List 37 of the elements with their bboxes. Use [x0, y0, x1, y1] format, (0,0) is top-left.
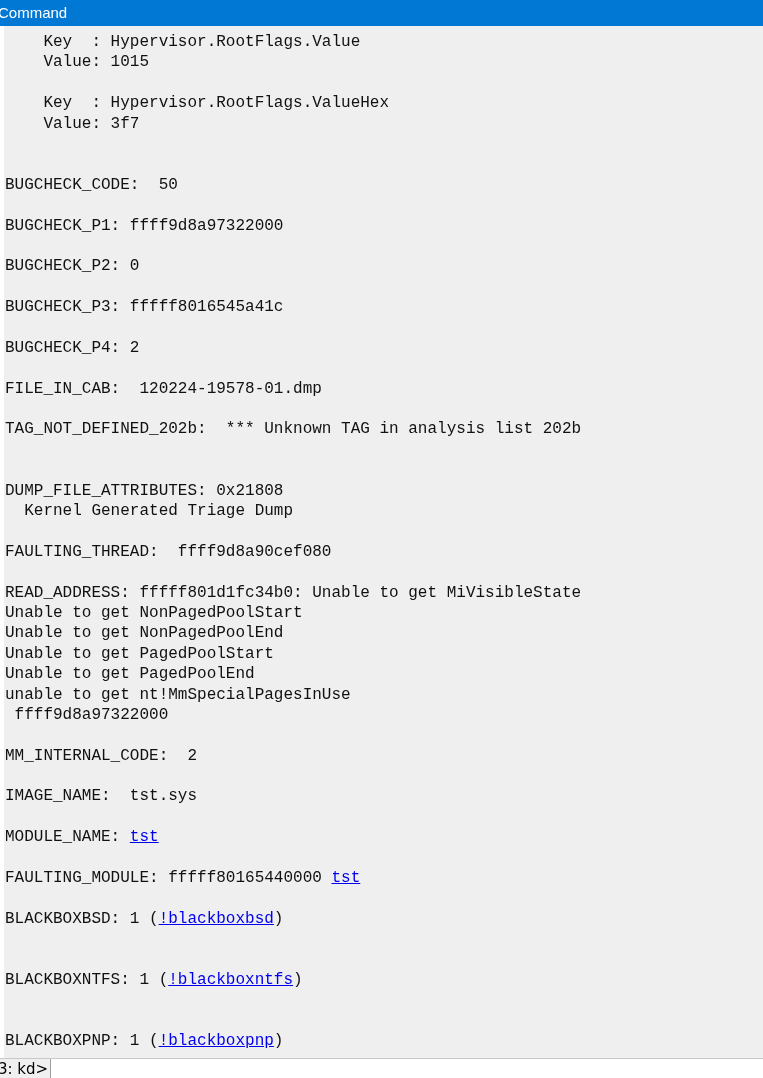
output-text: ): [293, 969, 303, 991]
output-text: FAULTING_MODULE: fffff80165440000: [5, 868, 323, 889]
output-text: ): [273, 908, 284, 930]
output-line: Key : Hypervisor.RootFlags.Value: [42, 32, 361, 53]
output-line: Value: 1015: [42, 52, 150, 73]
output-line: BUGCHECK_CODE: 50: [5, 174, 178, 196]
output-text: ): [273, 1031, 284, 1052]
output-line: IMAGE_NAME: tst.sys: [5, 786, 198, 807]
output-line: Value: 3f7: [42, 113, 140, 134]
output-line: Kernel Generated Triage Dump: [23, 501, 294, 522]
output-line: Unable to get PagedPoolStart: [5, 643, 274, 665]
output-line: Unable to get PagedPoolEnd: [5, 664, 255, 685]
output-line: DUMP_FILE_ATTRIBUTES: 0x21808: [5, 480, 284, 501]
command-link[interactable]: tst: [331, 868, 361, 889]
output-line: BUGCHECK_P2: 0: [5, 256, 140, 277]
output-text: MODULE_NAME:: [5, 827, 122, 848]
output-line: BUGCHECK_P1: ffff9d8a97322000: [5, 215, 284, 236]
output-line: READ_ADDRESS: fffff801d1fc34b0: Unable to get MiVisibleState: [5, 582, 582, 603]
output-line: BUGCHECK_P3: fffff8016545a41c: [5, 297, 284, 318]
output-line: MM_INTERNAL_CODE: 2: [5, 745, 198, 767]
output-line: Unable to get NonPagedPoolEnd: [5, 623, 284, 644]
output-text: BLACKBOXBSD: 1 (: [5, 908, 159, 930]
command-link[interactable]: !blackboxbsd: [158, 908, 274, 930]
output-text: BLACKBOXPNP: 1 (: [5, 1031, 159, 1052]
command-link[interactable]: !blackboxpnp: [158, 1031, 274, 1052]
output-line: FAULTING_THREAD: ffff9d8a90cef080: [5, 541, 332, 563]
command-link[interactable]: tst: [129, 827, 159, 848]
output-line: FILE_IN_CAB: 120224-19578-01.dmp: [5, 378, 322, 400]
output-line: ffff9d8a97322000: [13, 704, 169, 726]
output-line: TAG_NOT_DEFINED_202b: *** Unknown TAG in analysis list 202b: [5, 419, 582, 440]
output-line: Key : Hypervisor.RootFlags.ValueHex: [42, 93, 390, 114]
output-line: Unable to get NonPagedPoolStart: [5, 602, 303, 624]
prompt-label: 3: kd>: [0, 1059, 52, 1078]
command-link[interactable]: !blackboxntfs: [168, 969, 294, 991]
output-line: unable to get nt!MmSpecialPagesInUse: [5, 684, 351, 705]
output-text: BLACKBOXNTFS: 1 (: [5, 969, 169, 991]
output-line: BUGCHECK_P4: 2: [5, 337, 140, 359]
